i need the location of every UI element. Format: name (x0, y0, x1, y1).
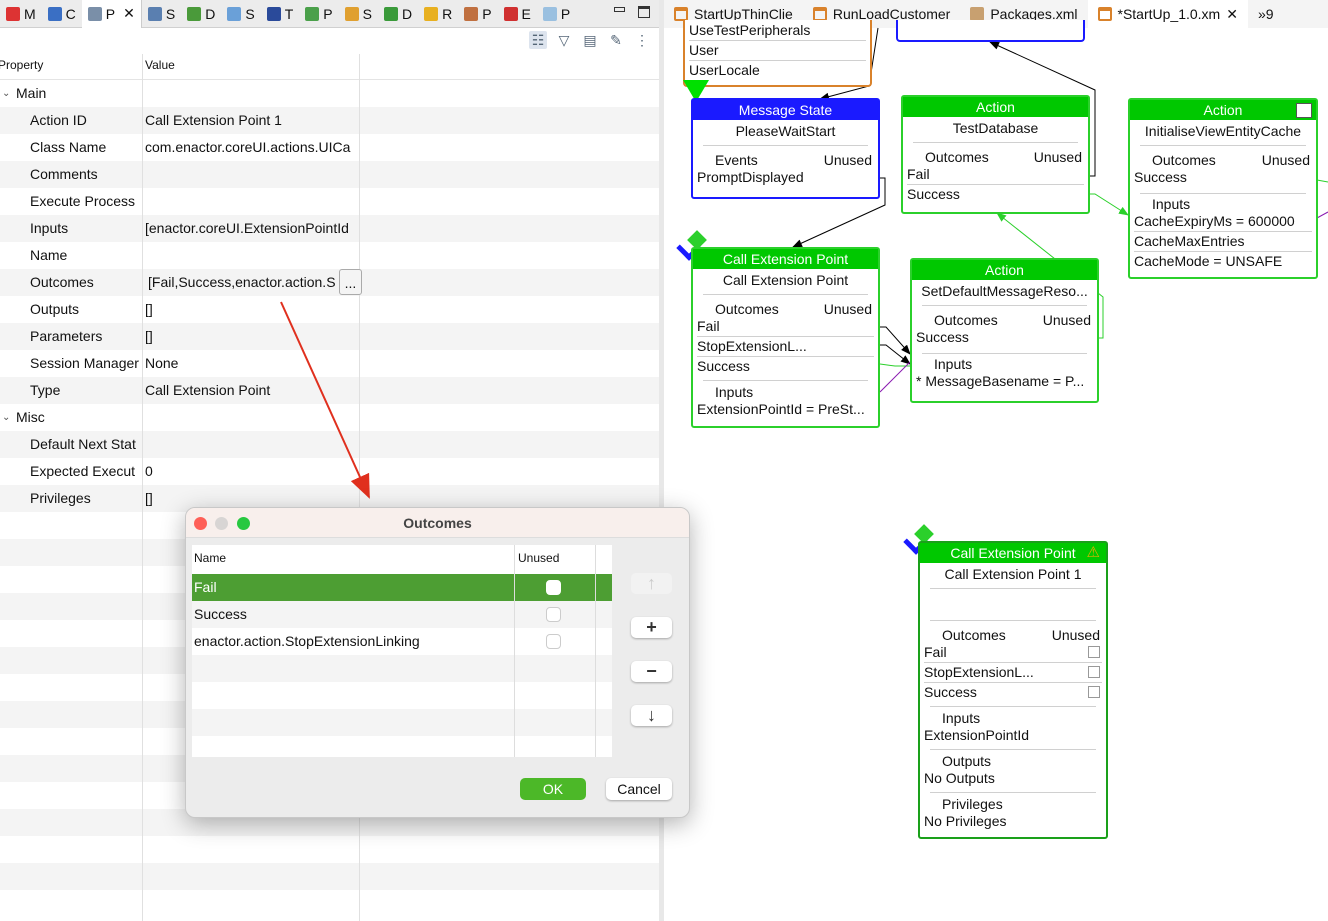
annotation-arrow (280, 301, 370, 499)
move-up-button[interactable]: ↑ (631, 573, 672, 594)
warning-icon: ⚠ (1086, 544, 1100, 561)
list-item: * MessageBasename = P... (916, 373, 1085, 389)
list-item: User (689, 42, 719, 58)
connector (880, 326, 911, 355)
connector (879, 363, 910, 367)
outcome-name: enactor.action.StopExtensionLinking (194, 633, 420, 649)
list-item: Success (907, 186, 960, 202)
node-title: TestDatabase (952, 120, 1039, 136)
node-title: PleaseWaitStart (735, 123, 836, 139)
unused-label: Unused (823, 301, 872, 317)
node-header: Call Extension Point ⚠ (920, 543, 1106, 563)
connector (1316, 179, 1328, 183)
list-item: Success (1134, 169, 1187, 185)
add-button[interactable]: + (631, 617, 672, 638)
node-title: SetDefaultMessageReso... (921, 283, 1088, 299)
message-state-node[interactable]: Message State PleaseWaitStart Events Unus… (691, 98, 880, 199)
zoom-window-button[interactable] (237, 517, 250, 530)
node-header: Action (912, 260, 1097, 280)
outcomes-label: Outcomes (1152, 152, 1216, 168)
empty-row (192, 655, 612, 682)
outcome-name: Fail (194, 579, 217, 595)
outcome-row[interactable]: Fail (192, 574, 612, 601)
list-item: Success (697, 358, 750, 374)
unused-label: Unused (1261, 152, 1310, 168)
node-header: Message State (693, 100, 878, 120)
list-item: CacheExpiryMs = 600000 (1134, 213, 1295, 229)
connector (1090, 193, 1129, 216)
unused-checkbox[interactable] (1088, 686, 1100, 698)
action-node-testdatabase[interactable]: Action TestDatabase Outcomes Unused Fail … (901, 95, 1090, 214)
unused-checkbox[interactable] (546, 634, 561, 649)
action-node-set-default-message[interactable]: Action SetDefaultMessageReso... Outcomes… (910, 258, 1099, 403)
call-extension-point-1-node[interactable]: Call Extension Point ⚠ Call Extension Poi… (918, 541, 1108, 839)
outcome-row[interactable]: Success (192, 601, 612, 628)
connector (880, 344, 911, 365)
list-item: CacheMaxEntries (1134, 233, 1245, 249)
outcomes-dialog: Outcomes Name Unused Fail Success enactor.… (185, 507, 690, 818)
outcomes-label: Outcomes (934, 312, 998, 328)
connector (1316, 211, 1328, 219)
privileges-value: No Privileges (924, 813, 1007, 829)
list-item: UseTestPeripherals (689, 22, 811, 38)
empty-row (192, 682, 612, 709)
remove-button[interactable]: − (631, 661, 672, 682)
call-extension-point-node[interactable]: Call Extension Point Call Extension Poin… (691, 247, 880, 428)
transition-icon (1296, 103, 1312, 118)
outcome-name: Success (194, 606, 247, 622)
close-window-button[interactable] (194, 517, 207, 530)
node-header: Action (1130, 100, 1316, 120)
events-label: Events (715, 152, 758, 168)
ok-button[interactable]: OK (520, 778, 586, 800)
unused-checkbox[interactable] (546, 580, 561, 595)
move-down-button[interactable]: ↓ (631, 705, 672, 726)
unused-label: Unused (1033, 149, 1082, 165)
action-node-initialise-cache[interactable]: Action InitialiseViewEntityCache Outcome… (1128, 98, 1318, 279)
unused-checkbox[interactable] (546, 607, 561, 622)
inputs-label: Inputs (1152, 196, 1191, 212)
privileges-label: Privileges (942, 796, 1003, 812)
unused-label: Unused (1051, 627, 1100, 643)
partial-node[interactable] (896, 20, 1085, 42)
outputs-value: No Outputs (924, 770, 995, 786)
empty-row (192, 709, 612, 736)
node-header: Call Extension Point (693, 249, 878, 269)
list-item: Fail (697, 318, 720, 334)
outcomes-table: Name Unused Fail Success enactor.action.St… (192, 545, 612, 757)
list-item: Success (920, 684, 1106, 701)
unused-checkbox[interactable] (1088, 666, 1100, 678)
list-item: Fail (907, 166, 930, 182)
unused-label: Unused (823, 152, 872, 168)
node-title: Call Extension Point (722, 272, 849, 288)
inputs-label: Inputs (934, 356, 973, 372)
list-item: CacheMode = UNSAFE (1134, 253, 1283, 269)
list-item: UserLocale (689, 62, 760, 78)
node-header: Action (903, 97, 1088, 117)
node-title: InitialiseViewEntityCache (1144, 123, 1302, 139)
inputs-label: Inputs (715, 384, 754, 400)
minimize-window-button[interactable] (215, 517, 228, 530)
unused-label: Unused (1042, 312, 1091, 328)
list-item: StopExtensionL... (920, 664, 1106, 681)
unused-checkbox[interactable] (1088, 646, 1100, 658)
inputs-label: Inputs (942, 710, 981, 726)
outcome-row[interactable]: enactor.action.StopExtensionLinking (192, 628, 612, 655)
list-item: PromptDisplayed (697, 169, 804, 185)
list-item: ExtensionPointId = PreSt... (697, 401, 865, 417)
outcomes-label: Outcomes (715, 301, 779, 317)
list-item: Fail (920, 644, 1106, 661)
name-column-header[interactable]: Name (194, 551, 226, 565)
list-item: Success (916, 329, 969, 345)
empty-row (192, 736, 612, 763)
list-item: ExtensionPointId (924, 727, 1030, 743)
dialog-title: Outcomes (186, 508, 689, 538)
outputs-label: Outputs (942, 753, 992, 769)
outcomes-label: Outcomes (942, 627, 1006, 643)
outcomes-label: Outcomes (925, 149, 989, 165)
cancel-button[interactable]: Cancel (606, 778, 672, 800)
list-item: StopExtensionL... (697, 338, 807, 354)
node-title: Call Extension Point 1 (944, 566, 1082, 582)
unused-column-header[interactable]: Unused (518, 551, 559, 565)
start-node[interactable]: UseTestPeripherals User UserLocale (683, 20, 872, 87)
